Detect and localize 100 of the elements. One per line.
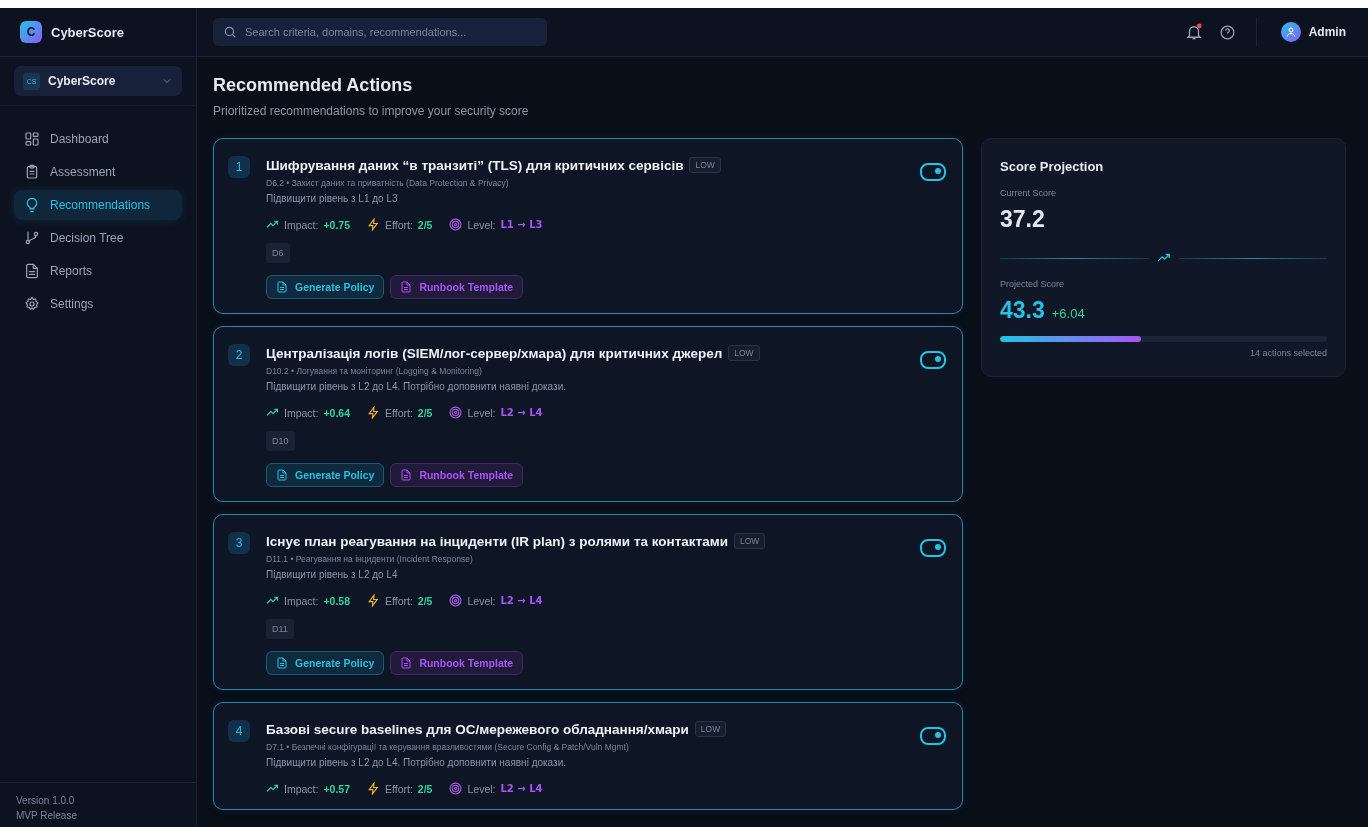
document-icon [276,469,288,481]
priority-badge: LOW [694,721,727,737]
domain-tag: D6 [266,243,290,263]
priority-badge: LOW [689,157,721,173]
impact-value: +0.75 [323,218,350,231]
level-value: L2 → L4 [500,595,543,606]
selected-count: 14 actions selected [1248,348,1327,358]
domain-tag: D11 [266,619,294,639]
recommendation-title: Централізація логів (SIEM/лог-сервер/хмара) для критичних джерел [266,345,723,361]
sidebar-item[interactable]: Assessment [14,157,182,187]
level-value: L1 → L3 [500,219,543,230]
sidebar-item[interactable]: Settings [14,289,182,319]
effort-label: Effort: [385,218,413,231]
document-icon [400,281,413,293]
recommendation-title: Шифрування даних “в транзиті” (TLS) для критичних сервісів [266,157,684,173]
toggle-switch[interactable] [920,727,946,745]
generate-policy-button[interactable]: Generate Policy [266,275,385,299]
effort-value: 2/5 [417,594,433,607]
current-score: 37.2 [1000,206,1046,233]
projected-score: 43.3 [1000,297,1045,324]
sidebar-item[interactable]: Decision Tree [14,223,182,253]
page-title: Recommended Actions [213,75,414,96]
rank-number: 1 [228,156,250,178]
card-title: Score Projection [1000,159,1105,174]
generate-policy-button[interactable]: Generate Policy [266,651,385,675]
runbook-template-button[interactable]: Runbook Template [390,651,524,675]
document-icon [24,263,40,279]
version-text: MVP Release [16,809,78,823]
target-icon [449,218,463,231]
priority-badge: LOW [728,345,760,361]
description-text: Підвищити рівень з L2 до L4 [266,569,399,580]
description-text: Підвищити рівень з L1 до L3 [266,193,399,204]
domain-text: D10.2 • Логування та моніторинг (Logging & Monitoring) [266,366,483,376]
avatar-icon [1280,22,1301,42]
sidebar-item[interactable]: Reports [14,256,182,286]
lightning-icon [367,218,380,231]
effort-value: 2/5 [417,406,433,419]
search-field[interactable]: Search criteria, domains, recommendations... [213,18,547,46]
projected-score-label: Projected Score [1000,279,1066,289]
generate-policy-button[interactable]: Generate Policy [266,463,385,487]
effort-label: Effort: [385,406,413,419]
lightbulb-icon [24,197,40,213]
description-text: Підвищити рівень з L2 до L4. Потрібно доповнити наявні докази. [266,381,568,392]
impact-label: Impact: [284,594,319,607]
toggle-switch[interactable] [920,351,946,369]
grid-icon [24,131,40,147]
effort-value: 2/5 [417,782,433,795]
rank-number: 3 [228,532,250,554]
impact-label: Impact: [284,782,319,795]
level-value: L2 → L4 [500,783,543,794]
level-label: Level: [467,594,496,607]
effort-label: Effort: [385,782,413,795]
effort-value: 2/5 [417,218,433,231]
user-menu[interactable]: Admin [1274,21,1352,43]
toggle-switch[interactable] [920,539,946,557]
sidebar-item[interactable]: Recommendations [14,190,182,220]
impact-value: +0.64 [323,406,350,419]
runbook-template-button[interactable]: Runbook Template [390,463,524,487]
level-label: Level: [467,406,496,419]
lightning-icon [367,406,380,419]
level-value: L2 → L4 [500,407,543,418]
runbook-template-button[interactable]: Runbook Template [390,275,524,299]
document-icon [400,657,413,669]
rank-number: 2 [228,344,250,366]
recommendation-title: Існує план реагування на інциденти (IR plan) з ролями та контактами [266,533,729,549]
logo-icon: C [20,21,42,43]
document-icon [276,281,288,293]
rank-number: 4 [228,720,250,742]
impact-value: +0.57 [323,782,350,795]
domain-tag: D10 [266,431,295,451]
trend-up-icon [266,406,279,419]
priority-badge: LOW [734,533,766,549]
lightning-icon [367,782,380,795]
level-label: Level: [467,218,496,231]
current-score-label: Current Score [1000,188,1058,198]
domain-text: D7.1 • Безпечні конфігурації та керування вразливостями (Secure Config & Patch/Vuln Mgmt) [266,742,630,752]
document-icon [400,469,413,481]
trend-up-icon [266,218,279,231]
level-label: Level: [467,782,496,795]
toggle-switch[interactable] [920,163,946,181]
effort-label: Effort: [385,594,413,607]
description-text: Підвищити рівень з L2 до L4. Потрібно доповнити наявні докази. [266,757,568,768]
clipboard-icon [24,164,40,180]
target-icon [449,594,463,607]
impact-label: Impact: [284,406,319,419]
impact-value: +0.58 [323,594,350,607]
sidebar-item[interactable]: Dashboard [14,124,182,154]
branch-icon [24,230,40,246]
impact-label: Impact: [284,218,319,231]
recommendation-title: Базові secure baselines для ОС/мережевого обладнання/хмари [266,721,689,737]
target-icon [449,782,463,795]
trend-up-icon [266,782,279,795]
target-icon [449,406,463,419]
settings-icon [24,296,40,312]
domain-text: D11.1 • Реагування на інциденти (Incident Response) [266,554,474,564]
page-subtitle: Prioritized recommendations to improve your security score [213,104,530,118]
lightning-icon [367,594,380,607]
app-name: CyberScore [51,24,124,40]
score-delta: +6.04 [1051,306,1085,321]
domain-text: D6.2 • Захист даних та приватність (Data Protection & Privacy) [266,178,510,188]
